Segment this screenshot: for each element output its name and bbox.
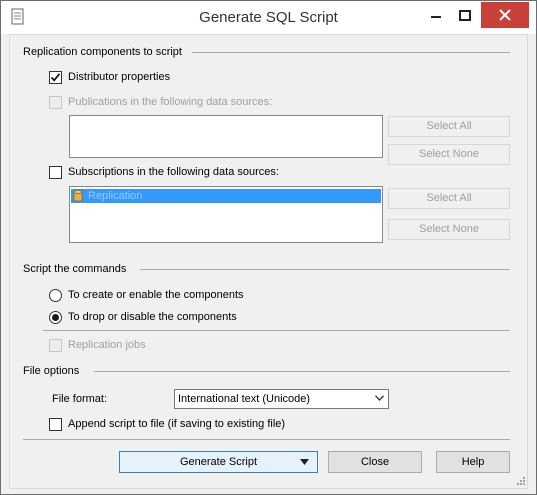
replication-heading: Replication components to script [23,46,182,58]
append-checkbox[interactable] [49,418,62,431]
subscriptions-list[interactable]: Replication [69,186,383,243]
generate-sql-script-dialog: Generate SQL Script Replication componen… [0,0,537,495]
drop-option-radio[interactable] [49,311,62,324]
generate-script-label: Generate Script [179,456,258,468]
section-divider [192,52,510,53]
resize-grip-icon[interactable] [516,476,526,486]
database-icon [73,190,83,202]
subscriptions-label: Subscriptions in the following data sour… [68,166,279,178]
replication-jobs-checkbox[interactable] [49,339,62,352]
publications-list[interactable] [69,115,383,158]
close-icon [499,9,511,21]
distributor-checkbox[interactable] [49,71,62,84]
publications-label: Publications in the following data sourc… [68,96,273,108]
create-option-radio[interactable] [49,289,62,302]
publications-select-none-button[interactable]: Select None [388,144,510,165]
subscriptions-checkbox[interactable] [49,166,62,179]
publications-select-all-button[interactable]: Select All [388,116,510,137]
create-option-label: To create or enable the components [68,289,244,301]
chevron-down-icon [375,395,384,401]
append-label: Append script to file (if saving to exis… [68,418,286,430]
subscriptions-select-all-button[interactable]: Select All [388,188,510,209]
generate-script-button[interactable]: Generate Script [119,451,318,473]
distributor-label: Distributor properties [68,71,171,83]
section-divider [23,439,510,440]
help-button[interactable]: Help [436,451,510,473]
dialog-body: Replication components to script Distrib… [9,34,528,489]
list-item[interactable]: Replication [71,189,381,203]
list-item-label: Replication [88,190,143,202]
title-bar[interactable]: Generate SQL Script [1,1,536,34]
section-divider [94,371,510,372]
file-format-value: International text (Unicode) [178,393,311,405]
section-divider [43,330,510,331]
file-options-heading: File options [23,365,80,377]
radio-selected-dot [52,314,59,321]
close-button[interactable]: Close [328,451,422,473]
minimize-icon[interactable] [420,2,452,30]
dropdown-arrow-icon[interactable] [300,459,309,465]
maximize-icon[interactable] [449,2,481,30]
checkmark-icon [50,73,61,82]
section-divider [140,269,510,270]
close-window-button[interactable] [481,2,529,28]
replication-jobs-label: Replication jobs [68,339,146,351]
file-format-select[interactable]: International text (Unicode) [174,389,389,409]
publications-checkbox[interactable] [49,96,62,109]
commands-heading: Script the commands [23,263,127,275]
drop-option-label: To drop or disable the components [68,311,237,323]
file-format-label: File format: [52,393,108,405]
subscriptions-select-none-button[interactable]: Select None [388,219,510,240]
